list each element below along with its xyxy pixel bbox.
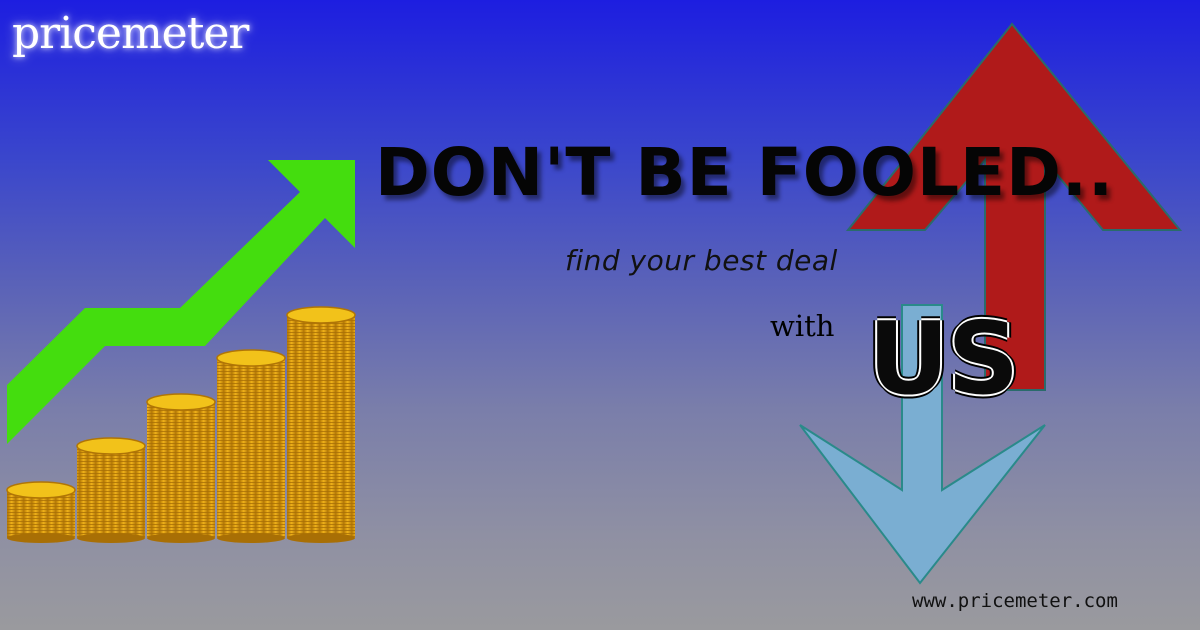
banner: pricemeter DON'T BE FOOLED.. find your b… [0, 0, 1200, 630]
website-url: www.pricemeter.com [912, 590, 1118, 612]
us-text: US [868, 300, 1019, 417]
with-text: with [770, 309, 835, 343]
headline: DON'T BE FOOLED.. [375, 134, 1115, 211]
brand-logo: pricemeter [12, 8, 249, 59]
banner-artwork [6, 22, 1183, 585]
tagline: find your best deal [565, 244, 838, 277]
